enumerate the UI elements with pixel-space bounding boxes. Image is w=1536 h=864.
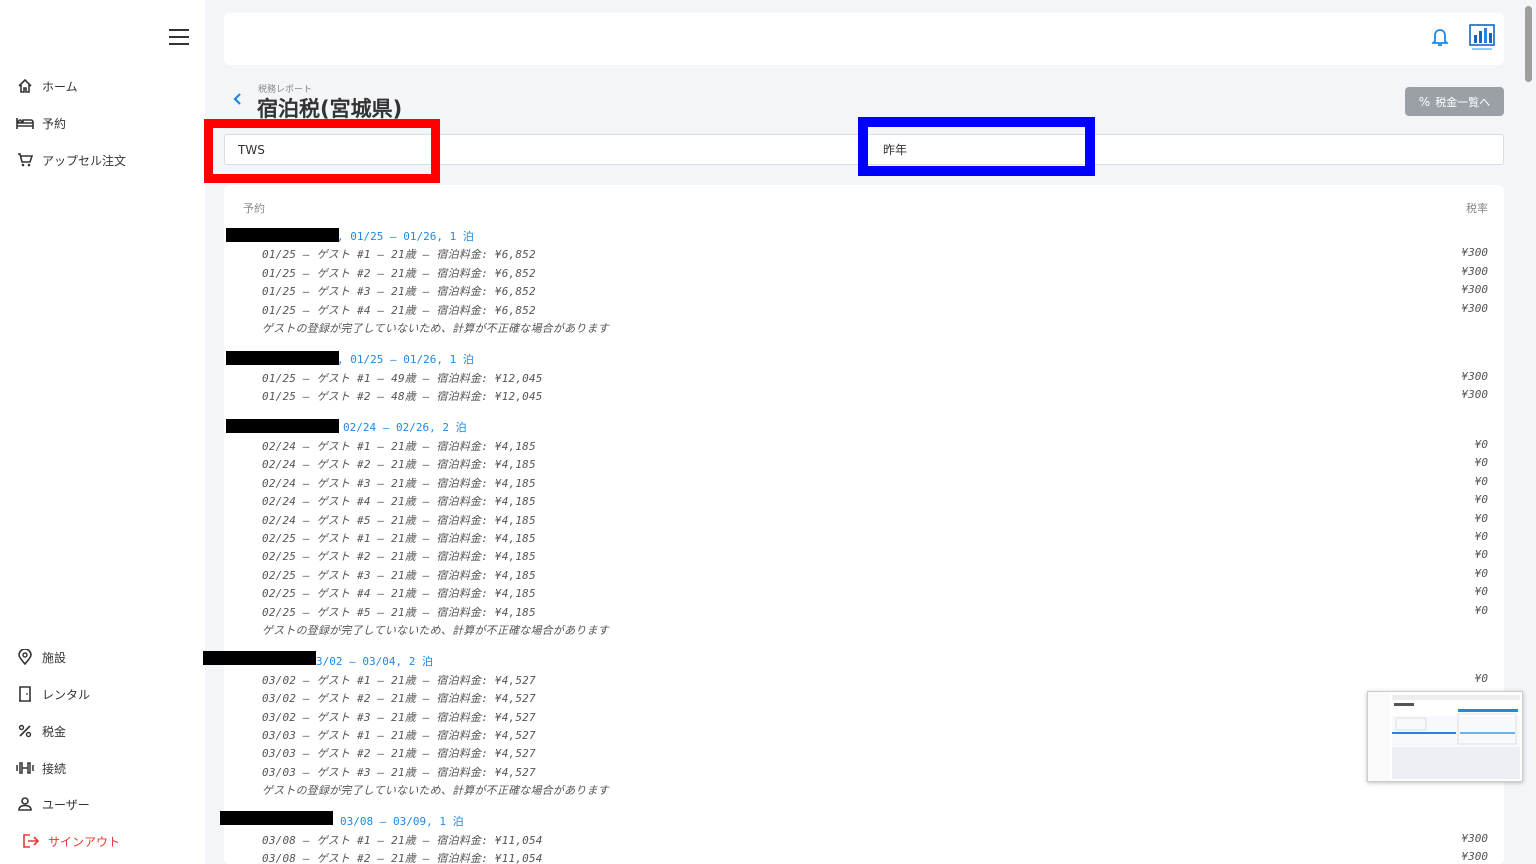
guest-line: 01/25 – ゲスト #2 – 48歳 – 宿泊料金: ¥12,045 bbox=[262, 390, 543, 403]
guest-line: 01/25 – ゲスト #2 – 21歳 – 宿泊料金: ¥6,852 bbox=[262, 267, 536, 280]
guest-line: 01/25 – ゲスト #3 – 21歳 – 宿泊料金: ¥6,852 bbox=[262, 285, 536, 298]
guest-line: 02/24 – ゲスト #3 – 21歳 – 宿泊料金: ¥4,185 bbox=[262, 477, 536, 490]
sidebar-item-users[interactable]: ユーザー bbox=[16, 791, 90, 817]
door-icon bbox=[16, 685, 34, 703]
sidebar-item-taxes[interactable]: 税金 bbox=[16, 718, 66, 744]
guest-line: 03/08 – ゲスト #1 – 21歳 – 宿泊料金: ¥11,054 bbox=[262, 834, 543, 847]
guest-rate: ¥0 bbox=[1474, 456, 1488, 469]
sidebar-item-label: ユーザー bbox=[42, 797, 90, 812]
column-header-rate: 税率 bbox=[1466, 202, 1488, 215]
sidebar-item-label: 施設 bbox=[42, 650, 67, 665]
guest-line: 02/24 – ゲスト #4 – 21歳 – 宿泊料金: ¥4,185 bbox=[262, 495, 536, 508]
sidebar-item-connections[interactable]: 接続 bbox=[16, 755, 66, 781]
redacted-guest-name bbox=[226, 228, 339, 242]
guest-line: 03/03 – ゲスト #2 – 21歳 – 宿泊料金: ¥4,527 bbox=[262, 747, 536, 760]
connection-icon bbox=[16, 759, 34, 777]
guest-rate: ¥0 bbox=[1474, 548, 1488, 561]
redacted-guest-name bbox=[203, 651, 316, 665]
guest-line: 02/24 – ゲスト #1 – 21歳 – 宿泊料金: ¥4,185 bbox=[262, 440, 536, 453]
guest-rate: ¥0 bbox=[1474, 512, 1488, 525]
sidebar-item-properties[interactable]: 施設 bbox=[16, 644, 66, 670]
highlight-box-blue bbox=[858, 117, 1095, 176]
guest-line: 03/02 – ゲスト #1 – 21歳 – 宿泊料金: ¥4,527 bbox=[262, 674, 536, 687]
sidebar-item-label: 接続 bbox=[42, 761, 67, 776]
redacted-guest-name bbox=[226, 419, 339, 433]
guest-line: 01/25 – ゲスト #1 – 21歳 – 宿泊料金: ¥6,852 bbox=[262, 248, 536, 261]
tax-list-button-label: 税金一覧へ bbox=[1435, 95, 1491, 109]
guest-line: 03/02 – ゲスト #3 – 21歳 – 宿泊料金: ¥4,527 bbox=[262, 711, 536, 724]
guest-rate: ¥300 bbox=[1461, 302, 1489, 315]
scrollbar-thumb[interactable] bbox=[1525, 6, 1532, 82]
bell-icon[interactable] bbox=[1430, 27, 1452, 49]
sidebar-item-label: アップセル注文 bbox=[42, 153, 127, 168]
sidebar-item-home[interactable]: ホーム bbox=[16, 73, 78, 99]
guest-rate: ¥0 bbox=[1474, 493, 1488, 506]
guest-line: 01/25 – ゲスト #1 – 49歳 – 宿泊料金: ¥12,045 bbox=[262, 372, 543, 385]
reservation-header[interactable]: 3/02 – 03/04, 2 泊 bbox=[316, 653, 433, 669]
guest-rate: ¥0 bbox=[1474, 672, 1488, 685]
app-logo bbox=[1468, 23, 1496, 53]
guest-line: 02/24 – ゲスト #2 – 21歳 – 宿泊料金: ¥4,185 bbox=[262, 458, 536, 471]
column-header-reservation: 予約 bbox=[243, 202, 265, 215]
sidebar-item-upsell-orders[interactable]: アップセル注文 bbox=[16, 147, 126, 173]
guest-rate: ¥300 bbox=[1461, 246, 1489, 259]
reservation-header[interactable]: , 01/25 – 01/26, 1 泊 bbox=[337, 228, 474, 244]
guest-line: 02/25 – ゲスト #1 – 21歳 – 宿泊料金: ¥4,185 bbox=[262, 532, 536, 545]
back-chevron-icon[interactable] bbox=[230, 90, 248, 110]
guest-line: 01/25 – ゲスト #4 – 21歳 – 宿泊料金: ¥6,852 bbox=[262, 304, 536, 317]
guest-rate: ¥300 bbox=[1461, 850, 1489, 863]
guest-line: 02/25 – ゲスト #2 – 21歳 – 宿泊料金: ¥4,185 bbox=[262, 550, 536, 563]
menu-toggle-icon[interactable] bbox=[169, 29, 189, 47]
guest-rate: ¥0 bbox=[1474, 585, 1488, 598]
location-pin-icon bbox=[16, 648, 34, 666]
percent-icon bbox=[16, 722, 34, 740]
guest-rate: ¥0 bbox=[1474, 530, 1488, 543]
screen-preview-thumbnail[interactable] bbox=[1367, 691, 1523, 782]
bed-icon bbox=[16, 114, 34, 132]
sidebar: ホーム 予約 アップセル注文 施設 レンタル 税金 接続 ユーザー サインアウト bbox=[0, 0, 205, 864]
logout-icon bbox=[22, 832, 40, 850]
sidebar-item-label: 税金 bbox=[42, 724, 67, 739]
sidebar-item-label: サインアウト bbox=[48, 834, 121, 849]
guest-rate: ¥0 bbox=[1474, 567, 1488, 580]
redacted-guest-name bbox=[226, 351, 339, 365]
tax-list-button[interactable]: % 税金一覧へ bbox=[1405, 87, 1504, 116]
guest-line: 03/02 – ゲスト #2 – 21歳 – 宿泊料金: ¥4,527 bbox=[262, 692, 536, 705]
percent-icon: % bbox=[1418, 94, 1431, 109]
home-icon bbox=[16, 77, 34, 95]
guest-rate: ¥300 bbox=[1461, 265, 1489, 278]
guest-rate: ¥300 bbox=[1461, 388, 1489, 401]
guest-line: 03/03 – ゲスト #3 – 21歳 – 宿泊料金: ¥4,527 bbox=[262, 766, 536, 779]
guest-line: 02/25 – ゲスト #4 – 21歳 – 宿泊料金: ¥4,185 bbox=[262, 587, 536, 600]
warning-note: ゲストの登録が完了していないため、計算が不正確な場合があります bbox=[262, 784, 609, 797]
cart-icon bbox=[16, 151, 34, 169]
guest-line: 03/03 – ゲスト #1 – 21歳 – 宿泊料金: ¥4,527 bbox=[262, 729, 536, 742]
sidebar-item-signout[interactable]: サインアウト bbox=[22, 828, 120, 854]
redacted-guest-name bbox=[220, 811, 333, 825]
guest-line: 03/08 – ゲスト #2 – 21歳 – 宿泊料金: ¥11,054 bbox=[262, 852, 543, 864]
sidebar-item-rentals[interactable]: レンタル bbox=[16, 681, 90, 707]
guest-rate: ¥0 bbox=[1474, 438, 1488, 451]
guest-line: 02/25 – ゲスト #5 – 21歳 – 宿泊料金: ¥4,185 bbox=[262, 606, 536, 619]
guest-rate: ¥0 bbox=[1474, 475, 1488, 488]
warning-note: ゲストの登録が完了していないため、計算が不正確な場合があります bbox=[262, 624, 609, 637]
sidebar-item-label: ホーム bbox=[42, 79, 78, 94]
scrollbar-track bbox=[1522, 0, 1536, 864]
sidebar-item-reservations[interactable]: 予約 bbox=[16, 110, 66, 136]
reservation-header[interactable]: , 01/25 – 01/26, 1 泊 bbox=[337, 351, 474, 367]
guest-rate: ¥300 bbox=[1461, 832, 1489, 845]
guest-rate: ¥300 bbox=[1461, 370, 1489, 383]
reservation-header[interactable]: 03/08 – 03/09, 1 泊 bbox=[340, 813, 464, 829]
reservation-header[interactable]: 02/24 – 02/26, 2 泊 bbox=[343, 419, 467, 435]
guest-rate: ¥0 bbox=[1474, 604, 1488, 617]
guest-rate: ¥300 bbox=[1461, 283, 1489, 296]
guest-line: 02/24 – ゲスト #5 – 21歳 – 宿泊料金: ¥4,185 bbox=[262, 514, 536, 527]
user-icon bbox=[16, 795, 34, 813]
warning-note: ゲストの登録が完了していないため、計算が不正確な場合があります bbox=[262, 322, 609, 335]
guest-line: 02/25 – ゲスト #3 – 21歳 – 宿泊料金: ¥4,185 bbox=[262, 569, 536, 582]
sidebar-item-label: レンタル bbox=[42, 687, 91, 702]
top-app-bar bbox=[224, 13, 1504, 65]
sidebar-item-label: 予約 bbox=[42, 116, 67, 131]
highlight-box-red bbox=[204, 119, 440, 183]
